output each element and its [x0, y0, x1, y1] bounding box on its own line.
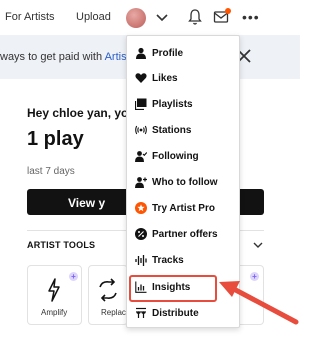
menu-item-label: Playlists [152, 99, 193, 110]
avatar[interactable] [126, 8, 146, 28]
menu-item-label: Likes [152, 73, 178, 84]
chevron-down-icon[interactable] [252, 239, 264, 251]
play-count: 1 play [27, 128, 84, 150]
menu-item-label: Following [152, 151, 199, 162]
playlist-icon [135, 98, 147, 110]
menu-item-likes[interactable]: Likes [127, 66, 239, 91]
plus-badge-icon: + [69, 272, 78, 281]
menu-item-label: Profile [152, 48, 184, 59]
menu-item-playlists[interactable]: Playlists [127, 92, 239, 117]
add-person-icon [135, 177, 147, 188]
person-icon [136, 47, 146, 59]
stations-icon [135, 125, 147, 135]
menu-item-label: Tracks [152, 255, 184, 266]
bell-icon[interactable] [187, 8, 203, 26]
menu-item-label: Who to follow [152, 177, 218, 188]
for-artists-link[interactable]: For Artists [5, 11, 55, 23]
star-icon [135, 202, 147, 214]
menu-item-label: Distribute [152, 308, 199, 319]
tool-card-label: Replac [101, 308, 126, 317]
top-bar: For Artists Upload ••• [0, 0, 300, 35]
menu-item-label: Try Artist Pro [152, 203, 215, 214]
menu-item-following[interactable]: Following [127, 144, 239, 169]
banner-text: ways to get paid with Artist Pr [0, 51, 144, 63]
menu-item-profile[interactable]: Profile [127, 41, 239, 66]
period-label: last 7 days [27, 166, 75, 177]
distribute-icon [136, 307, 146, 318]
tool-card-label: Amplify [41, 308, 68, 317]
artist-tools-title: ARTIST TOOLS [27, 240, 96, 250]
notification-dot [225, 8, 231, 14]
menu-item-who-to-follow[interactable]: Who to follow [127, 170, 239, 195]
tracks-icon [135, 255, 147, 266]
menu-item-stations[interactable]: Stations [127, 118, 239, 143]
chevron-down-icon[interactable] [155, 10, 169, 24]
insights-highlight-box [129, 275, 217, 302]
menu-item-partner-offers[interactable]: Partner offers [127, 222, 239, 247]
menu-item-label: Partner offers [152, 229, 218, 240]
more-options-icon[interactable]: ••• [242, 10, 260, 24]
following-icon [135, 151, 147, 162]
amplify-icon [48, 278, 60, 302]
percent-icon [135, 228, 147, 240]
heart-icon [135, 73, 147, 83]
replace-icon [99, 278, 117, 302]
tool-card-replace[interactable]: Replac [88, 265, 128, 325]
annotation-arrow-icon [219, 281, 299, 325]
banner-message: ways to get paid with [0, 51, 105, 63]
greeting: Hey chloe yan, you [27, 106, 136, 120]
menu-item-label: Stations [152, 125, 192, 136]
view-button-label: View y [68, 196, 106, 210]
menu-item-try-artist-pro[interactable]: Try Artist Pro [127, 196, 239, 221]
upload-link[interactable]: Upload [76, 11, 111, 23]
tool-card-amplify[interactable]: + Amplify [27, 265, 82, 325]
